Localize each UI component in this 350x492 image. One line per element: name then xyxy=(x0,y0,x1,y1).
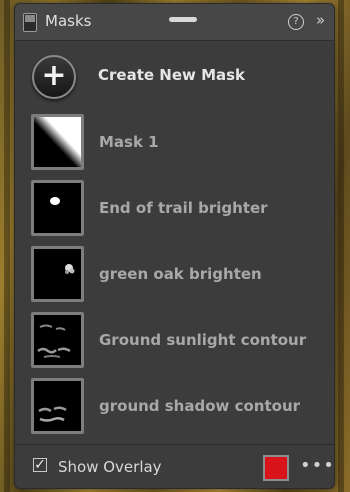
end-of-trail-thumbnail[interactable] xyxy=(31,180,84,236)
ground-sunlight-thumbnail[interactable] xyxy=(31,312,84,368)
mask-label[interactable]: End of trail brighter xyxy=(99,199,268,217)
masks-panel: Masks ? » + Create New Mask Mask 1 End o… xyxy=(14,3,335,489)
mask-row-ground-shadow[interactable]: ground shadow contour xyxy=(15,378,334,436)
create-new-mask-label[interactable]: Create New Mask xyxy=(98,66,245,84)
ground-shadow-thumbnail[interactable] xyxy=(31,378,84,434)
show-overlay-checkbox[interactable]: ✓ xyxy=(33,458,47,472)
mask-row-green-oak[interactable]: green oak brighten xyxy=(15,246,334,304)
more-options-icon[interactable]: ••• xyxy=(300,455,334,476)
mask-row-end-of-trail[interactable]: End of trail brighter xyxy=(15,180,334,238)
help-icon[interactable]: ? xyxy=(288,14,304,30)
collapse-icon[interactable]: » xyxy=(316,11,325,29)
mask-1-thumbnail[interactable] xyxy=(31,114,84,170)
panel-titlebar[interactable]: Masks ? » xyxy=(15,4,334,41)
create-new-mask-button[interactable]: + xyxy=(32,55,76,99)
panel-title: Masks xyxy=(45,12,92,30)
mask-label[interactable]: ground shadow contour xyxy=(99,397,300,415)
green-oak-thumbnail[interactable] xyxy=(31,246,84,302)
mask-label[interactable]: Mask 1 xyxy=(99,133,159,151)
mask-label[interactable]: Ground sunlight contour xyxy=(99,331,306,349)
overlay-color-swatch[interactable] xyxy=(263,455,289,481)
mask-row-ground-sunlight[interactable]: Ground sunlight contour xyxy=(15,312,334,370)
footer-divider xyxy=(15,444,334,445)
mask-label[interactable]: green oak brighten xyxy=(99,265,262,283)
background-foliage xyxy=(4,0,10,492)
drag-handle[interactable] xyxy=(169,17,197,22)
panel-toggle-icon[interactable] xyxy=(23,13,37,32)
mask-row-mask-1[interactable]: Mask 1 xyxy=(15,114,334,172)
show-overlay-label[interactable]: Show Overlay xyxy=(58,458,162,476)
background-foliage xyxy=(338,0,344,492)
